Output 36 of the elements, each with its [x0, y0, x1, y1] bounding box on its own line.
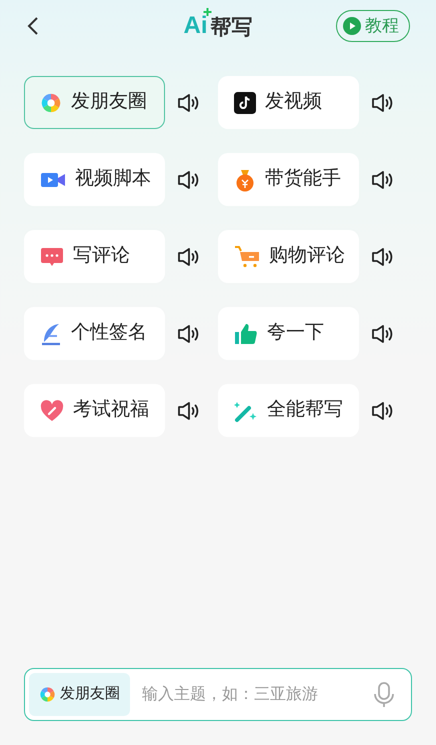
tool-card[interactable]: 发视频 — [218, 76, 359, 129]
speaker-icon[interactable] — [177, 324, 201, 344]
money-bag-icon — [234, 168, 256, 192]
music-note-icon — [234, 92, 256, 114]
back-icon[interactable] — [26, 16, 40, 36]
speaker-icon[interactable] — [177, 246, 201, 266]
quill-icon — [40, 322, 62, 346]
tool-card[interactable]: 个性签名 — [24, 307, 165, 360]
tool-card[interactable]: 全能帮写 — [218, 384, 359, 437]
speaker-icon[interactable] — [371, 400, 395, 420]
sparkle-icon — [204, 8, 212, 16]
tool-card[interactable]: 写评论 — [24, 230, 165, 283]
heart-icon — [40, 400, 64, 422]
tool-card[interactable]: 考试祝福 — [24, 384, 165, 437]
aperture-icon — [39, 686, 56, 703]
topic-chip[interactable]: 发朋友圈 — [29, 673, 130, 716]
speaker-icon[interactable] — [371, 92, 395, 112]
tool-card[interactable]: 发朋友圈 — [24, 76, 165, 129]
speaker-icon[interactable] — [371, 246, 395, 266]
speaker-icon[interactable] — [177, 400, 201, 420]
play-icon — [343, 17, 361, 35]
chip-label: 发朋友圈 — [60, 684, 120, 704]
page-title: 帮写 — [210, 17, 252, 38]
speaker-icon[interactable] — [371, 324, 395, 344]
thumbs-up-icon — [234, 322, 258, 346]
tool-card[interactable]: 带货能手 — [218, 153, 359, 206]
speaker-icon[interactable] — [371, 170, 395, 190]
tool-card[interactable]: 夸一下 — [218, 307, 359, 360]
aperture-icon — [40, 92, 62, 114]
logo-ai: Ai — [184, 14, 208, 38]
speaker-icon[interactable] — [177, 92, 201, 112]
tool-card[interactable]: 购物评论 — [218, 230, 359, 283]
speaker-icon[interactable] — [177, 170, 201, 190]
topic-input-field[interactable]: 发朋友圈 输入主题，如：三亚旅游 — [24, 668, 412, 721]
tool-card[interactable]: 视频脚本 — [24, 153, 165, 206]
cart-icon — [234, 244, 260, 268]
